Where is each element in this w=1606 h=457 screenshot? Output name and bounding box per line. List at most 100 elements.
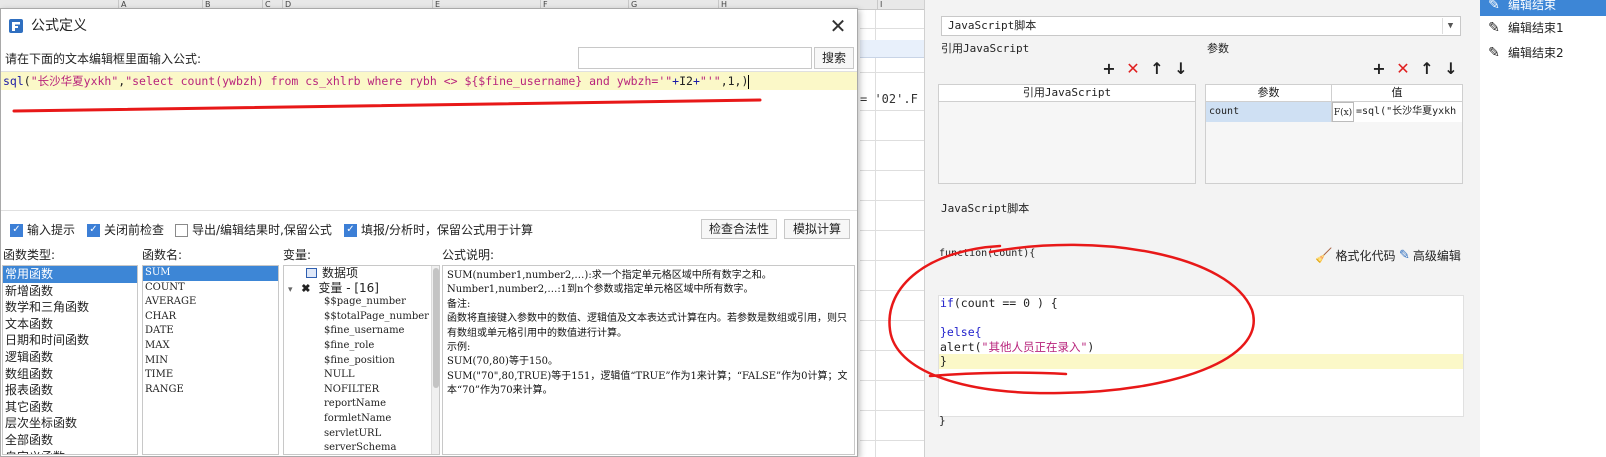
param-value-cell[interactable]: =sql("长沙华夏yxkh bbox=[1354, 102, 1462, 122]
params-header-row: 参数 值 bbox=[1206, 85, 1462, 102]
function-name-item[interactable]: SUM bbox=[143, 266, 278, 281]
function-name-item[interactable]: AVERAGE bbox=[143, 295, 278, 310]
variable-icon: ✖ bbox=[301, 281, 311, 295]
function-type-item[interactable]: 常用函数 bbox=[3, 266, 137, 283]
option-input-hint[interactable]: ✓ 输入提示 bbox=[10, 221, 75, 239]
script-type-select[interactable]: JavaScript脚本 ▼ bbox=[941, 16, 1461, 36]
arrow-down-icon[interactable]: ↓ bbox=[1173, 60, 1189, 78]
ref-js-label: 引用JavaScript bbox=[941, 42, 1030, 55]
ref-js-toolbar: + ✕ ↑ ↓ bbox=[1101, 60, 1189, 78]
variable-tree[interactable]: 数据项 ▾ ✖ 变量 - [16] $$page_number $$totalPa… bbox=[283, 265, 440, 455]
scrollbar-thumb[interactable] bbox=[433, 268, 439, 388]
checkbox-checked-icon[interactable]: ✓ bbox=[344, 223, 357, 237]
variable-item[interactable]: formletName bbox=[284, 412, 439, 427]
description-line: 函数将直接键入参数中的数值、逻辑值及文本表达式计算在内。若参数是数组或引用，则只… bbox=[447, 313, 847, 339]
function-type-list[interactable]: 常用函数 新增函数 数学和三角函数 文本函数 日期和时间函数 逻辑函数 数组函数 报表函数 其它… bbox=[2, 265, 138, 455]
js-code-editor[interactable]: if(count == 0 ) { }else{ alert("其他人员正在录入… bbox=[938, 295, 1464, 417]
function-type-item[interactable]: 数学和三角函数 bbox=[3, 299, 137, 316]
function-type-item[interactable]: 全部函数 bbox=[3, 432, 137, 449]
function-name-item[interactable]: DATE bbox=[143, 324, 278, 339]
event-item[interactable]: ✎ 编辑结束1 bbox=[1480, 17, 1606, 39]
dialog-titlebar[interactable]: 公式定义 ✕ bbox=[1, 9, 857, 43]
variable-item[interactable]: NOFILTER bbox=[284, 383, 439, 398]
variable-item[interactable]: $$totalPage_number bbox=[284, 310, 439, 325]
ref-js-column-header: 引用JavaScript bbox=[939, 85, 1195, 102]
broom-icon: 🧹 bbox=[1315, 248, 1333, 264]
simulate-button[interactable]: 模拟计算 bbox=[784, 219, 850, 239]
option-keep-formula-fill[interactable]: ✓ 填报/分析时，保留公式用于计算 bbox=[344, 221, 533, 239]
delete-icon[interactable]: ✕ bbox=[1395, 60, 1411, 78]
tree-node-variables[interactable]: ▾ ✖ 变量 - [16] bbox=[284, 281, 439, 296]
function-name-item[interactable]: RANGE bbox=[143, 383, 278, 398]
delete-icon[interactable]: ✕ bbox=[1125, 60, 1141, 78]
param-name-cell[interactable]: count bbox=[1206, 102, 1332, 122]
param-name-header: 参数 bbox=[1206, 85, 1332, 101]
checkbox-checked-icon[interactable]: ✓ bbox=[87, 223, 100, 237]
checkbox-checked-icon[interactable]: ✓ bbox=[10, 223, 23, 237]
function-type-item[interactable]: 新增函数 bbox=[3, 283, 137, 300]
add-icon[interactable]: + bbox=[1101, 60, 1117, 78]
function-name-label: 函数名: bbox=[142, 248, 183, 262]
search-button[interactable]: 搜索 bbox=[814, 47, 854, 69]
function-type-item[interactable]: 数组函数 bbox=[3, 366, 137, 383]
event-item[interactable]: ✎ 编辑结束2 bbox=[1480, 42, 1606, 64]
variable-item[interactable]: NULL bbox=[284, 368, 439, 383]
formula-line[interactable]: sql("长沙华夏yxkh","select count(ywbzh) from… bbox=[1, 72, 857, 90]
arrow-up-icon[interactable]: ↑ bbox=[1419, 60, 1435, 78]
function-type-item[interactable]: 层次坐标函数 bbox=[3, 415, 137, 432]
add-icon[interactable]: + bbox=[1371, 60, 1387, 78]
function-type-item[interactable]: 日期和时间函数 bbox=[3, 332, 137, 349]
function-name-item[interactable]: CHAR bbox=[143, 310, 278, 325]
description-line: SUM(70,80)等于150。 bbox=[447, 356, 559, 368]
variable-item[interactable]: serverSchema bbox=[284, 441, 439, 454]
advanced-edit-button[interactable]: ✎ 高级编辑 bbox=[1399, 248, 1461, 264]
function-type-item[interactable]: 其它函数 bbox=[3, 399, 137, 416]
function-name-item[interactable]: MAX bbox=[143, 339, 278, 354]
variable-item[interactable]: $fine_position bbox=[284, 354, 439, 369]
function-type-item[interactable]: 文本函数 bbox=[3, 316, 137, 333]
function-type-item[interactable]: 逻辑函数 bbox=[3, 349, 137, 366]
option-keep-formula-export[interactable]: 导出/编辑结果时,保留公式 bbox=[175, 221, 332, 239]
event-item[interactable]: ✎ 编辑结束 bbox=[1480, 0, 1606, 16]
select-value: JavaScript脚本 bbox=[948, 19, 1037, 32]
description-line: SUM(number1,number2,…):求一个指定单元格区域中所有数字之和… bbox=[447, 270, 772, 281]
formula-editor[interactable]: sql("长沙华夏yxkh","select count(ywbzh) from… bbox=[1, 71, 857, 211]
pencil-icon: ✎ bbox=[1488, 0, 1500, 13]
close-icon[interactable]: ✕ bbox=[827, 15, 849, 37]
function-name-item[interactable]: COUNT bbox=[143, 281, 278, 296]
variable-item[interactable]: reportName bbox=[284, 397, 439, 412]
variable-label: 变量: bbox=[283, 248, 312, 262]
sheet-gridline bbox=[875, 10, 876, 457]
fx-icon[interactable]: F(x) bbox=[1332, 102, 1354, 122]
variable-item[interactable]: servletURL bbox=[284, 427, 439, 442]
variable-item[interactable]: $fine_role bbox=[284, 339, 439, 354]
option-check-before-close[interactable]: ✓ 关闭前检查 bbox=[87, 221, 164, 239]
tree-node-label: 变量 - [16] bbox=[318, 280, 379, 295]
variable-scrollbar[interactable] bbox=[431, 266, 439, 454]
search-input[interactable] bbox=[578, 47, 812, 69]
tree-node-dataitem[interactable]: 数据项 bbox=[284, 266, 439, 281]
checkbox-unchecked-icon[interactable] bbox=[175, 223, 188, 237]
arrow-up-icon[interactable]: ↑ bbox=[1149, 60, 1165, 78]
format-code-button[interactable]: 🧹 格式化代码 bbox=[1315, 248, 1395, 264]
params-toolbar: + ✕ ↑ ↓ bbox=[1371, 60, 1459, 78]
function-name-item[interactable]: TIME bbox=[143, 368, 278, 383]
option-label: 输入提示 bbox=[27, 223, 76, 237]
function-type-item[interactable]: 报表函数 bbox=[3, 382, 137, 399]
check-validity-button[interactable]: 检查合法性 bbox=[701, 219, 777, 239]
function-name-list[interactable]: SUM COUNT AVERAGE CHAR DATE MAX MIN TIME RANGE bbox=[142, 265, 279, 455]
param-row[interactable]: count F(x) =sql("长沙华夏yxkh bbox=[1206, 102, 1462, 122]
ref-js-table[interactable]: 引用JavaScript bbox=[938, 84, 1196, 184]
code-line: if(count == 0 ) { bbox=[939, 296, 1463, 311]
option-label: 填报/分析时，保留公式用于计算 bbox=[361, 223, 534, 237]
pencil-icon: ✎ bbox=[1488, 20, 1500, 36]
arrow-down-icon[interactable]: ↓ bbox=[1443, 60, 1459, 78]
params-table[interactable]: 参数 值 count F(x) =sql("长沙华夏yxkh bbox=[1205, 84, 1463, 184]
variable-item[interactable]: $$page_number bbox=[284, 295, 439, 310]
variable-item[interactable]: $fine_username bbox=[284, 324, 439, 339]
function-type-item[interactable]: 自定义函数 bbox=[3, 449, 137, 454]
formula-arg-string: "长沙华夏yxkh" bbox=[30, 74, 119, 88]
chevron-down-icon[interactable]: ▼ bbox=[1442, 18, 1458, 34]
function-name-item[interactable]: MIN bbox=[143, 354, 278, 369]
